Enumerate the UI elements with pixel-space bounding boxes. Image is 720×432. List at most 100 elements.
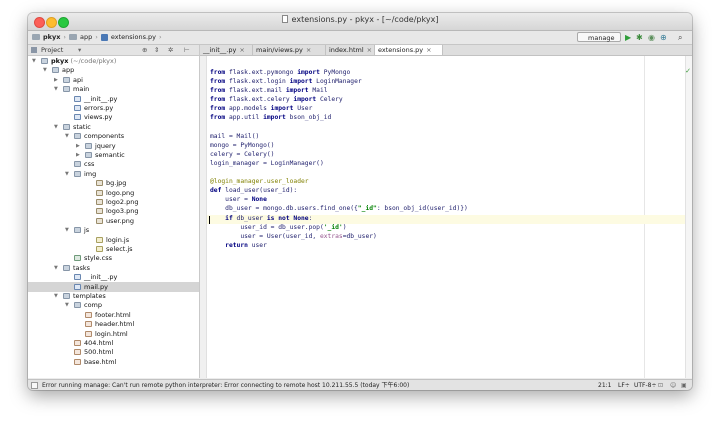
chevron-down-icon[interactable]: ▾ xyxy=(78,45,81,55)
code-token: import xyxy=(285,87,309,95)
project-icon xyxy=(31,47,37,53)
vcs-icon[interactable]: ⊕ xyxy=(660,32,667,43)
html-icon xyxy=(85,321,92,328)
folder-icon xyxy=(63,264,70,271)
close-tab-icon[interactable]: × xyxy=(426,46,431,54)
code-line[interactable]: mail = Mail() xyxy=(210,132,468,141)
code-token: db_user xyxy=(232,214,267,222)
code-content[interactable]: from flask.ext.pymongo import PyMongo fro… xyxy=(210,68,468,250)
code-line[interactable]: celery = Celery() xyxy=(210,150,468,159)
code-token: bson_obj_id xyxy=(285,114,332,122)
toggle-tool-windows-icon[interactable] xyxy=(31,382,38,389)
coverage-icon[interactable]: ◉ xyxy=(648,32,655,43)
ide-window: extensions.py - pkyx - [~/code/pkyx] pky… xyxy=(28,13,692,390)
lock-icon[interactable]: ⊡ xyxy=(658,380,663,390)
tab-index-html[interactable]: index.html × xyxy=(326,45,375,55)
code-token: extras xyxy=(319,232,343,240)
editor-gutter xyxy=(200,56,207,378)
run-icon[interactable]: ▶ xyxy=(625,32,631,43)
code-token: @login_manager.user_loader xyxy=(210,178,309,186)
code-line[interactable]: from flask.ext.celery import Celery xyxy=(210,95,468,104)
event-log-icon[interactable]: ▣ xyxy=(681,380,687,390)
code-token: return xyxy=(225,241,248,249)
code-line[interactable]: from app.models import User xyxy=(210,104,468,113)
code-editor[interactable]: from flask.ext.pymongo import PyMongo fro… xyxy=(200,56,692,378)
code-token: user = User(user_id, xyxy=(210,232,320,240)
error-stripe: ✓ xyxy=(685,56,692,378)
folder-icon xyxy=(63,123,70,130)
folder-icon xyxy=(41,58,48,64)
editor-tab-bar: __init__.py × main/views.py × index.html × … xyxy=(200,45,692,56)
folder-icon xyxy=(85,152,92,158)
close-tab-icon[interactable]: × xyxy=(367,46,372,54)
code-token: : bson_obj_id(user_id)}) xyxy=(376,205,468,213)
code-line[interactable]: user_id = db_user.pop('_id') xyxy=(210,223,468,232)
status-message[interactable]: Error running manage: Can't run remote p… xyxy=(42,380,409,390)
folder-icon xyxy=(85,142,92,149)
code-line[interactable] xyxy=(210,168,468,177)
tab-init-py[interactable]: __init__.py × xyxy=(200,45,253,55)
navigation-bar: pkyx › app › extensions.py › manage ▾ ▶ … xyxy=(28,31,692,52)
folder-icon xyxy=(52,67,59,74)
breadcrumb-file[interactable]: extensions.py xyxy=(111,33,156,41)
debug-icon[interactable]: ✱ xyxy=(636,32,643,43)
code-line[interactable]: return user xyxy=(210,241,468,250)
code-token: from xyxy=(210,87,226,95)
py-icon xyxy=(74,114,81,121)
folder-icon xyxy=(74,161,81,168)
code-token: mail = Mail() xyxy=(210,132,260,140)
code-line[interactable]: db_user = mongo.db.users.find_one({"_id"… xyxy=(210,204,468,213)
code-line[interactable]: mongo = PyMongo() xyxy=(210,141,468,150)
code-line[interactable]: @login_manager.user_loader xyxy=(210,177,468,186)
code-token: user xyxy=(247,241,267,249)
sync-icon[interactable]: ⊕ xyxy=(142,45,147,55)
code-token: load_user(user_id): xyxy=(221,187,298,195)
search-icon[interactable]: ⌕ xyxy=(678,32,682,43)
tab-extensions-py[interactable]: extensions.py × xyxy=(375,45,443,55)
code-token: "_id" xyxy=(357,205,377,213)
gear-icon[interactable]: ✲ xyxy=(168,45,173,55)
code-token: : xyxy=(308,214,313,222)
code-token: '_id' xyxy=(323,223,343,231)
breadcrumb: pkyx › app › extensions.py › xyxy=(32,33,165,41)
html-icon xyxy=(74,340,81,346)
breadcrumb-app[interactable]: app xyxy=(80,33,92,41)
code-line[interactable]: from flask.ext.pymongo import PyMongo xyxy=(210,68,468,77)
html-icon xyxy=(74,349,81,356)
folder-icon xyxy=(63,76,70,83)
code-line[interactable]: if db_user is not None: xyxy=(210,214,468,223)
code-line[interactable]: from flask.ext.mail import Mail xyxy=(210,86,468,95)
caret-position[interactable]: 21:1 xyxy=(598,380,611,390)
code-token: =db_user) xyxy=(342,232,377,240)
tab-main-views-py[interactable]: main/views.py × xyxy=(253,45,326,55)
collapse-icon[interactable]: ⇕ xyxy=(154,45,159,55)
project-view-select[interactable]: Project xyxy=(41,45,63,55)
code-token: user_id = db_user.pop( xyxy=(210,223,324,231)
py-icon xyxy=(74,283,81,290)
html-icon xyxy=(85,311,92,318)
html-icon xyxy=(74,358,81,365)
close-tab-icon[interactable]: × xyxy=(239,46,244,54)
line-separator[interactable]: LF÷ xyxy=(618,380,630,390)
file-encoding[interactable]: UTF-8÷ xyxy=(634,380,657,390)
tree-item[interactable]: base.html xyxy=(28,357,199,367)
close-tab-icon[interactable]: × xyxy=(306,46,311,54)
code-token: from xyxy=(210,69,226,76)
window-title: extensions.py - pkyx - [~/code/pkyx] xyxy=(28,15,692,24)
js-icon xyxy=(96,246,103,252)
hide-panel-icon[interactable]: ⊢ xyxy=(184,45,190,55)
code-token: user = xyxy=(210,196,252,204)
code-line[interactable]: from app.util import bson_obj_id xyxy=(210,113,468,122)
folder-icon xyxy=(74,227,81,234)
folder-icon xyxy=(74,302,81,309)
code-line[interactable]: from flask.ext.login import LoginManager xyxy=(210,77,468,86)
inspector-icon[interactable]: ☺ xyxy=(670,380,676,390)
run-configuration-select[interactable]: manage ▾ xyxy=(577,32,621,52)
code-line[interactable] xyxy=(210,123,468,132)
breadcrumb-root[interactable]: pkyx xyxy=(43,33,60,41)
code-line[interactable]: def load_user(user_id): xyxy=(210,186,468,195)
code-line[interactable]: user = User(user_id, extras=db_user) xyxy=(210,232,468,241)
code-line[interactable]: user = None xyxy=(210,195,468,204)
code-line[interactable]: login_manager = LoginManager() xyxy=(210,159,468,168)
